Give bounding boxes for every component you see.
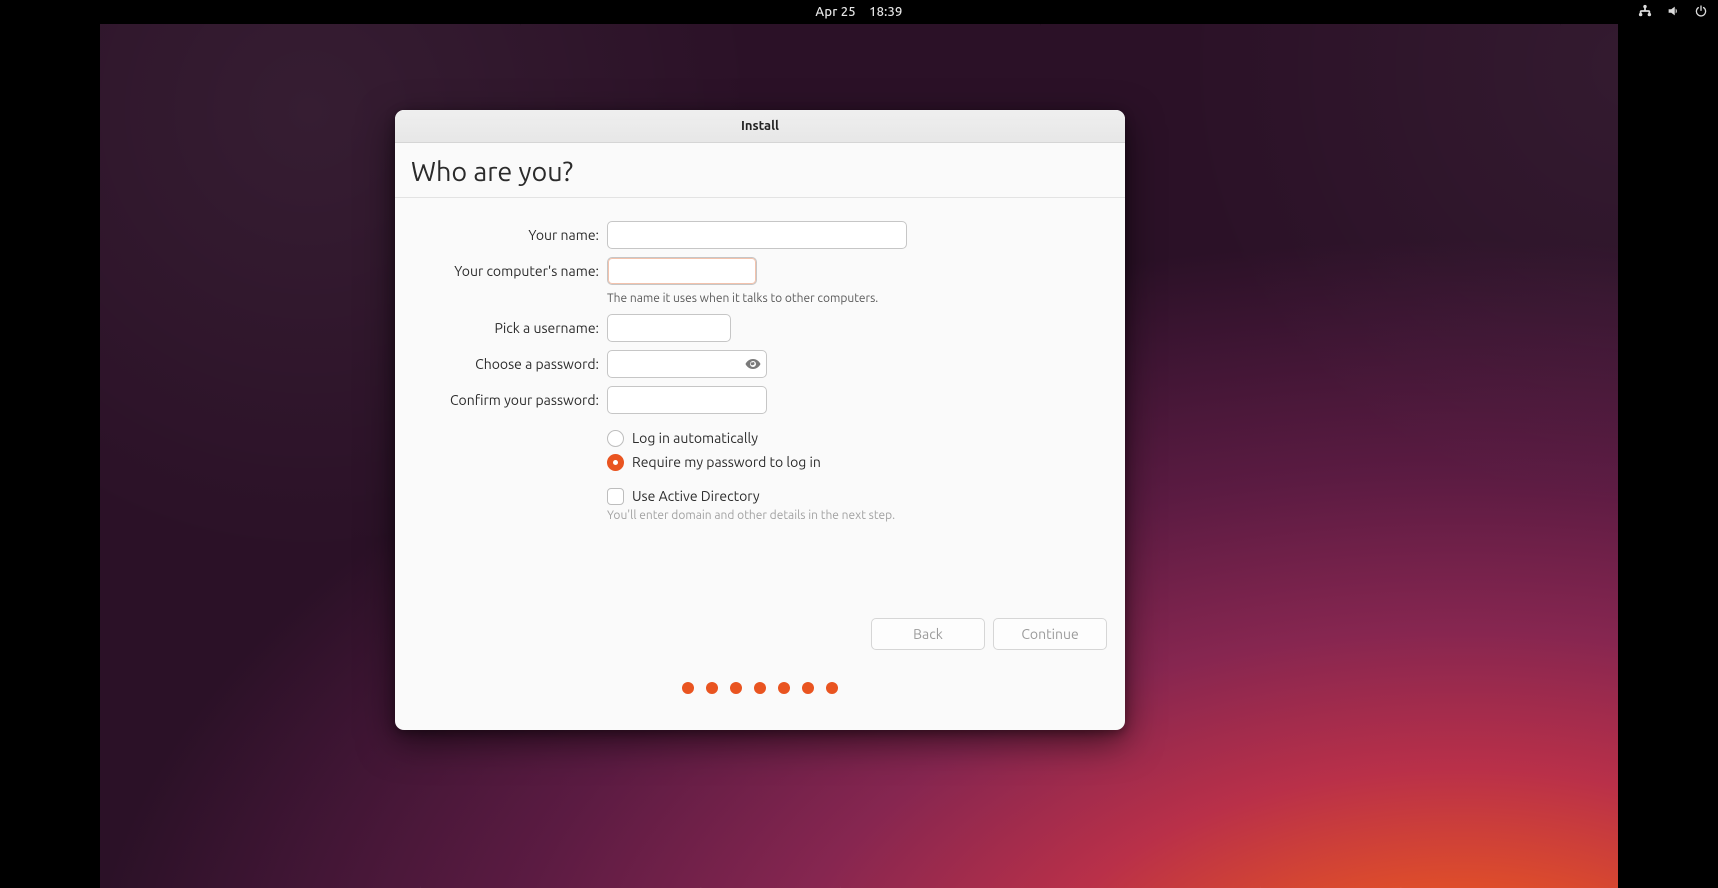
nav-buttons: Back Continue xyxy=(871,618,1107,650)
letterbox-right xyxy=(1618,24,1718,888)
active-directory-hint: You'll enter domain and other details in… xyxy=(607,509,1111,522)
system-tray[interactable] xyxy=(1638,0,1708,24)
window-titlebar[interactable]: Install xyxy=(395,110,1125,143)
continue-button-label: Continue xyxy=(1021,626,1078,642)
computer-name-input[interactable] xyxy=(607,257,757,285)
label-your-name: Your name: xyxy=(409,227,607,243)
label-username: Pick a username: xyxy=(409,320,607,336)
volume-icon[interactable] xyxy=(1666,4,1680,21)
pager-dot xyxy=(706,682,718,694)
clock-date: Apr 25 xyxy=(815,5,855,19)
letterbox-left xyxy=(0,24,100,888)
label-confirm-password: Confirm your password: xyxy=(409,392,607,408)
pager-dot xyxy=(730,682,742,694)
gnome-top-bar: Apr 25 18:39 xyxy=(0,0,1718,24)
radio-require-password[interactable] xyxy=(607,454,624,471)
power-icon[interactable] xyxy=(1694,4,1708,21)
network-icon[interactable] xyxy=(1638,4,1652,21)
option-require-password-label: Require my password to log in xyxy=(632,454,821,470)
window-title: Install xyxy=(741,119,779,133)
option-login-auto-label: Log in automatically xyxy=(632,430,758,446)
confirm-password-input[interactable] xyxy=(607,386,767,414)
pager-dot xyxy=(802,682,814,694)
your-name-input[interactable] xyxy=(607,221,907,249)
continue-button[interactable]: Continue xyxy=(993,618,1107,650)
pager-dot xyxy=(682,682,694,694)
back-button[interactable]: Back xyxy=(871,618,985,650)
clock[interactable]: Apr 25 18:39 xyxy=(815,5,902,19)
password-input[interactable] xyxy=(607,350,767,378)
pager-dot xyxy=(778,682,790,694)
option-require-password[interactable]: Require my password to log in xyxy=(607,451,1111,473)
option-login-auto[interactable]: Log in automatically xyxy=(607,427,1111,449)
progress-pager xyxy=(395,682,1125,694)
clock-time: 18:39 xyxy=(869,5,903,19)
installer-window: Install Who are you? Your name: Your com… xyxy=(395,110,1125,730)
radio-login-auto[interactable] xyxy=(607,430,624,447)
label-computer-name: Your computer's name: xyxy=(409,263,607,279)
option-active-directory[interactable]: Use Active Directory xyxy=(607,485,1111,507)
checkbox-active-directory[interactable] xyxy=(607,488,624,505)
page-heading: Who are you? xyxy=(395,143,1125,198)
option-active-directory-label: Use Active Directory xyxy=(632,488,760,504)
pager-dot xyxy=(826,682,838,694)
label-password: Choose a password: xyxy=(409,356,607,372)
user-form: Your name: Your computer's name: The nam… xyxy=(395,198,1125,540)
computer-name-hint: The name it uses when it talks to other … xyxy=(607,292,1111,305)
username-input[interactable] xyxy=(607,314,731,342)
reveal-password-icon[interactable] xyxy=(745,356,761,372)
back-button-label: Back xyxy=(913,626,943,642)
pager-dot xyxy=(754,682,766,694)
